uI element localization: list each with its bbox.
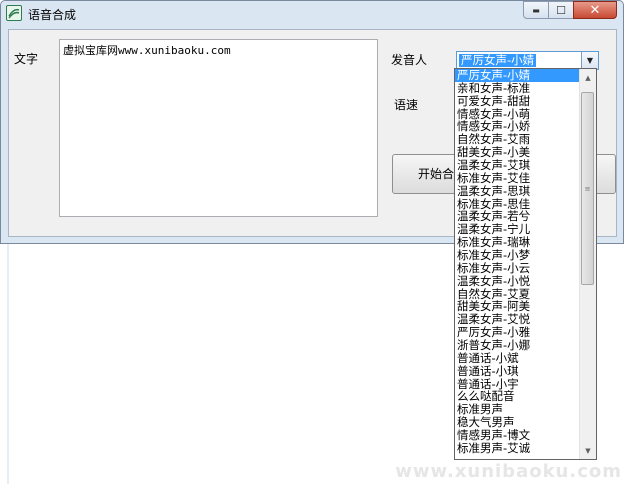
dropdown-option[interactable]: 亲和女声-标准: [455, 82, 579, 95]
speaker-selected-value: 严厉女声-小婧: [459, 53, 537, 67]
maximize-button[interactable]: ☐: [548, 1, 574, 19]
dropdown-items: 严厉女声-小婧 亲和女声-标准 可爱女声-甜甜 情感女声-小萌 情感女声-小娇 自然女声-…: [455, 69, 579, 459]
dropdown-scrollbar[interactable]: ▲ ≡ ▼: [579, 69, 596, 459]
dropdown-option[interactable]: 标准女声-艾佳: [455, 172, 579, 185]
dropdown-option[interactable]: 温柔女声-小悦: [455, 275, 579, 288]
dropdown-option[interactable]: 标准女声-小云: [455, 262, 579, 275]
minimize-button[interactable]: ▬: [523, 1, 549, 19]
chevron-down-icon: ▼: [586, 56, 594, 65]
watermark: www.xunibaoku.com: [395, 461, 622, 482]
minimize-icon: ▬: [532, 5, 540, 15]
dropdown-option[interactable]: 标准女声-思佳: [455, 198, 579, 211]
speed-label: 语速: [394, 98, 419, 112]
background-strip: [7, 244, 9, 484]
dropdown-option[interactable]: 稳大气男声: [455, 416, 579, 429]
title-bar[interactable]: 语音合成 ▬ ☐ ✕: [1, 1, 623, 25]
text-input[interactable]: 虚拟宝库网www.xunibaoku.com: [59, 39, 378, 217]
text-label: 文字: [14, 52, 39, 66]
dropdown-option[interactable]: 浙普女声-小娜: [455, 339, 579, 352]
dropdown-arrow-button[interactable]: ▼: [581, 52, 598, 69]
dropdown-option[interactable]: 温柔女声-艾悦: [455, 313, 579, 326]
scroll-down-icon[interactable]: ▼: [580, 442, 596, 459]
dropdown-option[interactable]: 普通话-小琪: [455, 365, 579, 378]
dropdown-option[interactable]: 可爱女声-甜甜: [455, 95, 579, 108]
speaker-dropdown-list[interactable]: 严厉女声-小婧 亲和女声-标准 可爱女声-甜甜 情感女声-小萌 情感女声-小娇 自然女声-…: [454, 68, 597, 460]
dropdown-option[interactable]: 温柔女声-宁儿: [455, 223, 579, 236]
dropdown-option[interactable]: 普通话-小斌: [455, 352, 579, 365]
dropdown-option[interactable]: 标准男声: [455, 403, 579, 416]
dropdown-option[interactable]: 严厉女声-小雅: [455, 326, 579, 339]
dropdown-option[interactable]: 温柔女声-艾琪: [455, 159, 579, 172]
dropdown-option[interactable]: 情感男声-博文: [455, 429, 579, 442]
scroll-up-icon[interactable]: ▲: [580, 69, 596, 86]
scroll-thumb[interactable]: ≡: [581, 92, 594, 285]
dropdown-option[interactable]: 甜美女声-阿美: [455, 300, 579, 313]
dropdown-option[interactable]: 标准女声-小梦: [455, 249, 579, 262]
close-icon: ✕: [589, 2, 601, 18]
dropdown-option[interactable]: 自然女声-艾雨: [455, 133, 579, 146]
dropdown-option[interactable]: 标准男声-艾诚: [455, 442, 579, 455]
dropdown-option[interactable]: 温柔女声-思琪: [455, 185, 579, 198]
dropdown-option[interactable]: 标准女声-瑞琳: [455, 236, 579, 249]
dropdown-option[interactable]: 情感女声-小娇: [455, 120, 579, 133]
dropdown-option[interactable]: 严厉女声-小婧: [455, 69, 579, 82]
dropdown-option[interactable]: 自然女声-艾夏: [455, 288, 579, 301]
window-title: 语音合成: [28, 8, 77, 22]
dropdown-option[interactable]: 普通话-小宇: [455, 378, 579, 391]
speaker-label: 发音人: [391, 53, 428, 67]
dropdown-option[interactable]: 温柔女声-若兮: [455, 210, 579, 223]
app-icon: [6, 5, 22, 21]
close-button[interactable]: ✕: [573, 1, 617, 19]
dropdown-option[interactable]: 么么哒配音: [455, 390, 579, 403]
maximize-icon: ☐: [556, 3, 566, 17]
dropdown-option[interactable]: 甜美女声-小美: [455, 146, 579, 159]
dropdown-option[interactable]: 情感女声-小萌: [455, 108, 579, 121]
